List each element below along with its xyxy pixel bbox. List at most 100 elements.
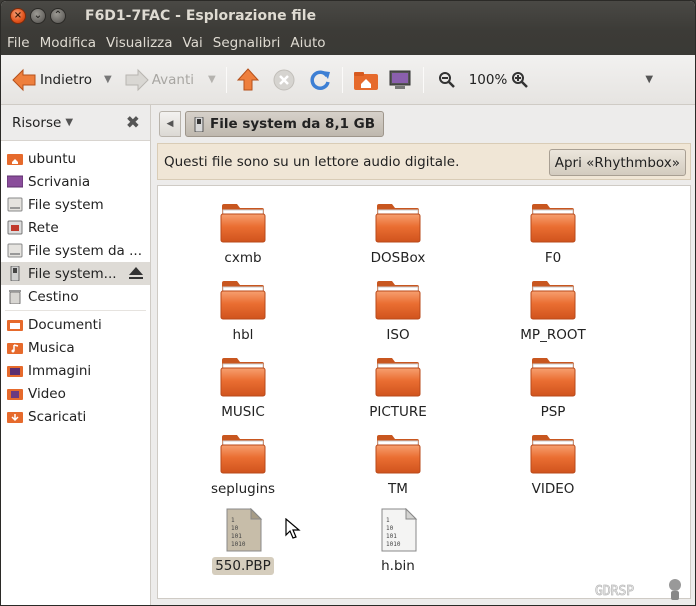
sidebar-item-cestino[interactable]: Cestino bbox=[1, 285, 150, 308]
home-icon bbox=[7, 154, 23, 165]
file-name-label: ISO bbox=[386, 327, 410, 343]
svg-text:1010: 1010 bbox=[231, 541, 246, 548]
file-name-label: cxmb bbox=[224, 250, 262, 266]
sidebar-item-file-system-da[interactable]: File system da ... bbox=[1, 239, 150, 262]
toolbar-separator bbox=[422, 66, 424, 93]
zoom-level[interactable]: 100% bbox=[469, 72, 508, 88]
mouse-cursor-icon bbox=[285, 518, 301, 539]
eject-icon[interactable] bbox=[128, 266, 144, 280]
side-pane-title[interactable]: Risorse bbox=[12, 115, 61, 131]
folder-item[interactable]: MP_ROOT bbox=[503, 277, 603, 344]
file-name-label: TM bbox=[388, 481, 408, 497]
menu-modifica[interactable]: Modifica bbox=[40, 35, 96, 51]
path-bar: ◀ File system da 8,1 GB bbox=[159, 109, 385, 139]
folder-item[interactable]: F0 bbox=[503, 200, 603, 267]
pictures-folder-icon bbox=[7, 366, 23, 377]
file-item[interactable]: 1 10 101 1010 h.bin bbox=[348, 507, 448, 575]
folder-item[interactable]: PSP bbox=[503, 354, 603, 421]
side-pane: Risorse ▼ ✖ ubuntu Scrivania File system… bbox=[1, 105, 151, 605]
sidebar-item-scaricati[interactable]: Scaricati bbox=[1, 405, 150, 428]
back-arrow-icon bbox=[12, 68, 36, 91]
maximize-window-button[interactable]: ⌃ bbox=[50, 8, 66, 24]
side-pane-header: Risorse ▼ ✖ bbox=[1, 105, 150, 141]
back-history-dropdown-icon[interactable]: ▼ bbox=[104, 74, 112, 85]
trash-icon bbox=[9, 290, 21, 304]
home-folder-icon[interactable] bbox=[353, 68, 379, 92]
places-list: ubuntu Scrivania File system Rete File s… bbox=[1, 141, 150, 428]
folder-icon bbox=[375, 204, 421, 243]
sidebar-item-label: Cestino bbox=[28, 288, 79, 305]
sidebar-item-scrivania[interactable]: Scrivania bbox=[1, 170, 150, 193]
folder-item[interactable]: DOSBox bbox=[348, 200, 448, 267]
folder-item[interactable]: VIDEO bbox=[503, 431, 603, 498]
file-item[interactable]: 1 10 101 1010 550.PBP bbox=[193, 507, 293, 575]
sidebar-item-rete[interactable]: Rete bbox=[1, 216, 150, 239]
title-bar[interactable]: × ⌄ ⌃ F6D1-7FAC - Esplorazione file bbox=[1, 1, 695, 31]
back-label: Indietro bbox=[40, 71, 92, 88]
menu-aiuto[interactable]: Aiuto bbox=[290, 35, 325, 51]
sidebar-item-label: Immagini bbox=[28, 362, 92, 379]
folder-icon bbox=[530, 435, 576, 474]
folder-item[interactable]: TM bbox=[348, 431, 448, 498]
file-view[interactable]: cxmb DOSBox F0 hbl ISO MP_ROOT MUSIC PICTURE PSP… bbox=[157, 185, 691, 599]
info-message: Questi file sono su un lettore audio dig… bbox=[164, 153, 460, 170]
path-current-button[interactable]: File system da 8,1 GB bbox=[185, 111, 385, 137]
sidebar-item-label: Scrivania bbox=[28, 173, 91, 190]
desktop-icon bbox=[7, 175, 23, 188]
sidebar-item-documenti[interactable]: Documenti bbox=[1, 313, 150, 336]
close-side-pane-icon[interactable]: ✖ bbox=[126, 113, 140, 133]
back-button[interactable]: Indietro bbox=[11, 62, 92, 98]
folder-icon bbox=[530, 281, 576, 320]
stop-icon[interactable] bbox=[272, 68, 296, 92]
folder-icon bbox=[530, 358, 576, 397]
svg-text:1: 1 bbox=[386, 517, 390, 524]
forward-button[interactable]: Avanti bbox=[124, 62, 194, 98]
menu-vai[interactable]: Vai bbox=[183, 35, 203, 51]
sidebar-item-video[interactable]: Video bbox=[1, 382, 150, 405]
minimize-window-button[interactable]: ⌄ bbox=[30, 8, 46, 24]
file-name-label: DOSBox bbox=[370, 250, 426, 266]
zoom-in-icon[interactable] bbox=[511, 71, 529, 89]
sidebar-item-file-system[interactable]: File system bbox=[1, 193, 150, 216]
reload-icon[interactable] bbox=[308, 68, 332, 92]
close-window-button[interactable]: × bbox=[10, 8, 26, 24]
sidebar-item-musica[interactable]: Musica bbox=[1, 336, 150, 359]
sidebar-item-immagini[interactable]: Immagini bbox=[1, 359, 150, 382]
sidebar-divider bbox=[5, 310, 146, 311]
forward-arrow-icon bbox=[125, 68, 149, 91]
zoom-out-icon[interactable] bbox=[438, 71, 456, 89]
forward-label: Avanti bbox=[151, 71, 194, 88]
sidebar-item-label: Musica bbox=[28, 339, 75, 356]
sidebar-item-file-system-usb[interactable]: File system... bbox=[1, 262, 150, 285]
side-pane-dropdown-icon[interactable]: ▼ bbox=[65, 117, 73, 128]
toolbar: Indietro ▼ Avanti ▼ 100% ▼ bbox=[1, 55, 695, 105]
sidebar-item-label: Rete bbox=[28, 219, 59, 236]
menu-segnalibri[interactable]: Segnalibri bbox=[213, 35, 281, 51]
folder-icon bbox=[220, 204, 266, 243]
folder-item[interactable]: ISO bbox=[348, 277, 448, 344]
computer-icon[interactable] bbox=[388, 68, 412, 92]
folder-item[interactable]: seplugins bbox=[193, 431, 293, 498]
sidebar-item-label: File system... bbox=[28, 265, 117, 282]
toolbar-overflow-icon[interactable]: ▼ bbox=[645, 74, 653, 85]
sidebar-item-ubuntu[interactable]: ubuntu bbox=[1, 147, 150, 170]
file-name-label: MP_ROOT bbox=[520, 327, 586, 343]
svg-text:101: 101 bbox=[231, 533, 242, 540]
open-rhythmbox-button[interactable]: Apri «Rhythmbox» bbox=[548, 149, 686, 176]
file-name-label: MUSIC bbox=[221, 404, 265, 420]
folder-item[interactable]: MUSIC bbox=[193, 354, 293, 421]
file-name-label: F0 bbox=[544, 250, 562, 266]
path-scroll-left-button[interactable]: ◀ bbox=[159, 111, 181, 137]
folder-item[interactable]: cxmb bbox=[193, 200, 293, 267]
menu-file[interactable]: File bbox=[7, 35, 30, 51]
music-folder-icon bbox=[7, 343, 23, 354]
binary-file-icon: 1101011010 bbox=[226, 507, 263, 552]
menu-visualizza[interactable]: Visualizza bbox=[106, 35, 173, 51]
file-name-label: 550.PBP bbox=[212, 557, 274, 575]
up-arrow-icon[interactable] bbox=[236, 67, 260, 93]
watermark-logo: GDRSP bbox=[595, 579, 681, 600]
folder-item[interactable]: PICTURE bbox=[348, 354, 448, 421]
folder-item[interactable]: hbl bbox=[193, 277, 293, 344]
forward-history-dropdown-icon[interactable]: ▼ bbox=[208, 74, 216, 85]
folder-icon bbox=[220, 358, 266, 397]
